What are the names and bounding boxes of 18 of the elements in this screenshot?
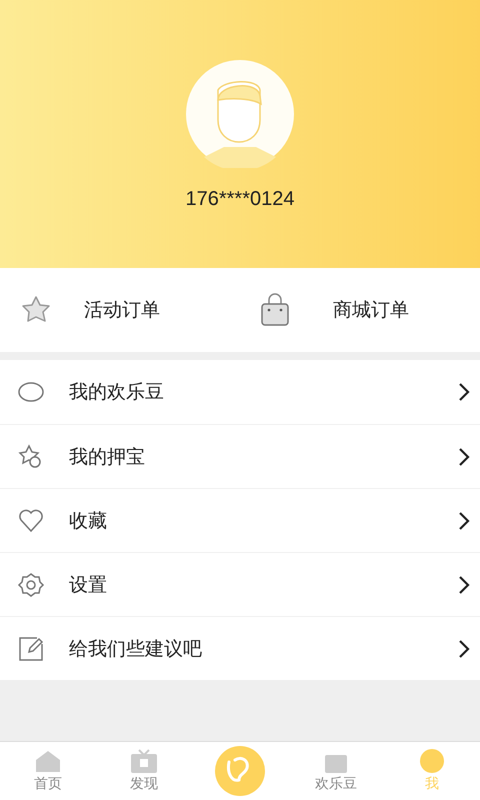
tab[interactable]: 欢乐豆 [288,742,384,800]
menu-item[interactable]: 设置 [0,552,480,616]
order-label: 活动订单 [84,298,160,323]
menu-item[interactable]: 我的押宝 [0,424,480,488]
menu-item[interactable]: 给我们些建议吧 [0,616,480,680]
order-link[interactable]: 商城订单 [241,268,480,352]
menu-item[interactable]: 收藏 [0,488,480,552]
phone-number: 176****0124 [186,188,294,211]
order-label: 商城订单 [333,298,409,323]
menu-label: 我的押宝 [69,444,146,470]
menu-item[interactable]: 我的欢乐豆 [0,360,480,424]
tab[interactable]: 发现 [96,742,192,800]
menu-label: 给我们些建议吧 [69,636,203,662]
menu-label: 我的欢乐豆 [69,380,165,405]
menu-label: 设置 [69,572,108,598]
menu-label: 收藏 [69,508,108,534]
order-link[interactable]: 活动订单 [0,268,241,352]
tab[interactable]: 首页 [0,742,96,800]
